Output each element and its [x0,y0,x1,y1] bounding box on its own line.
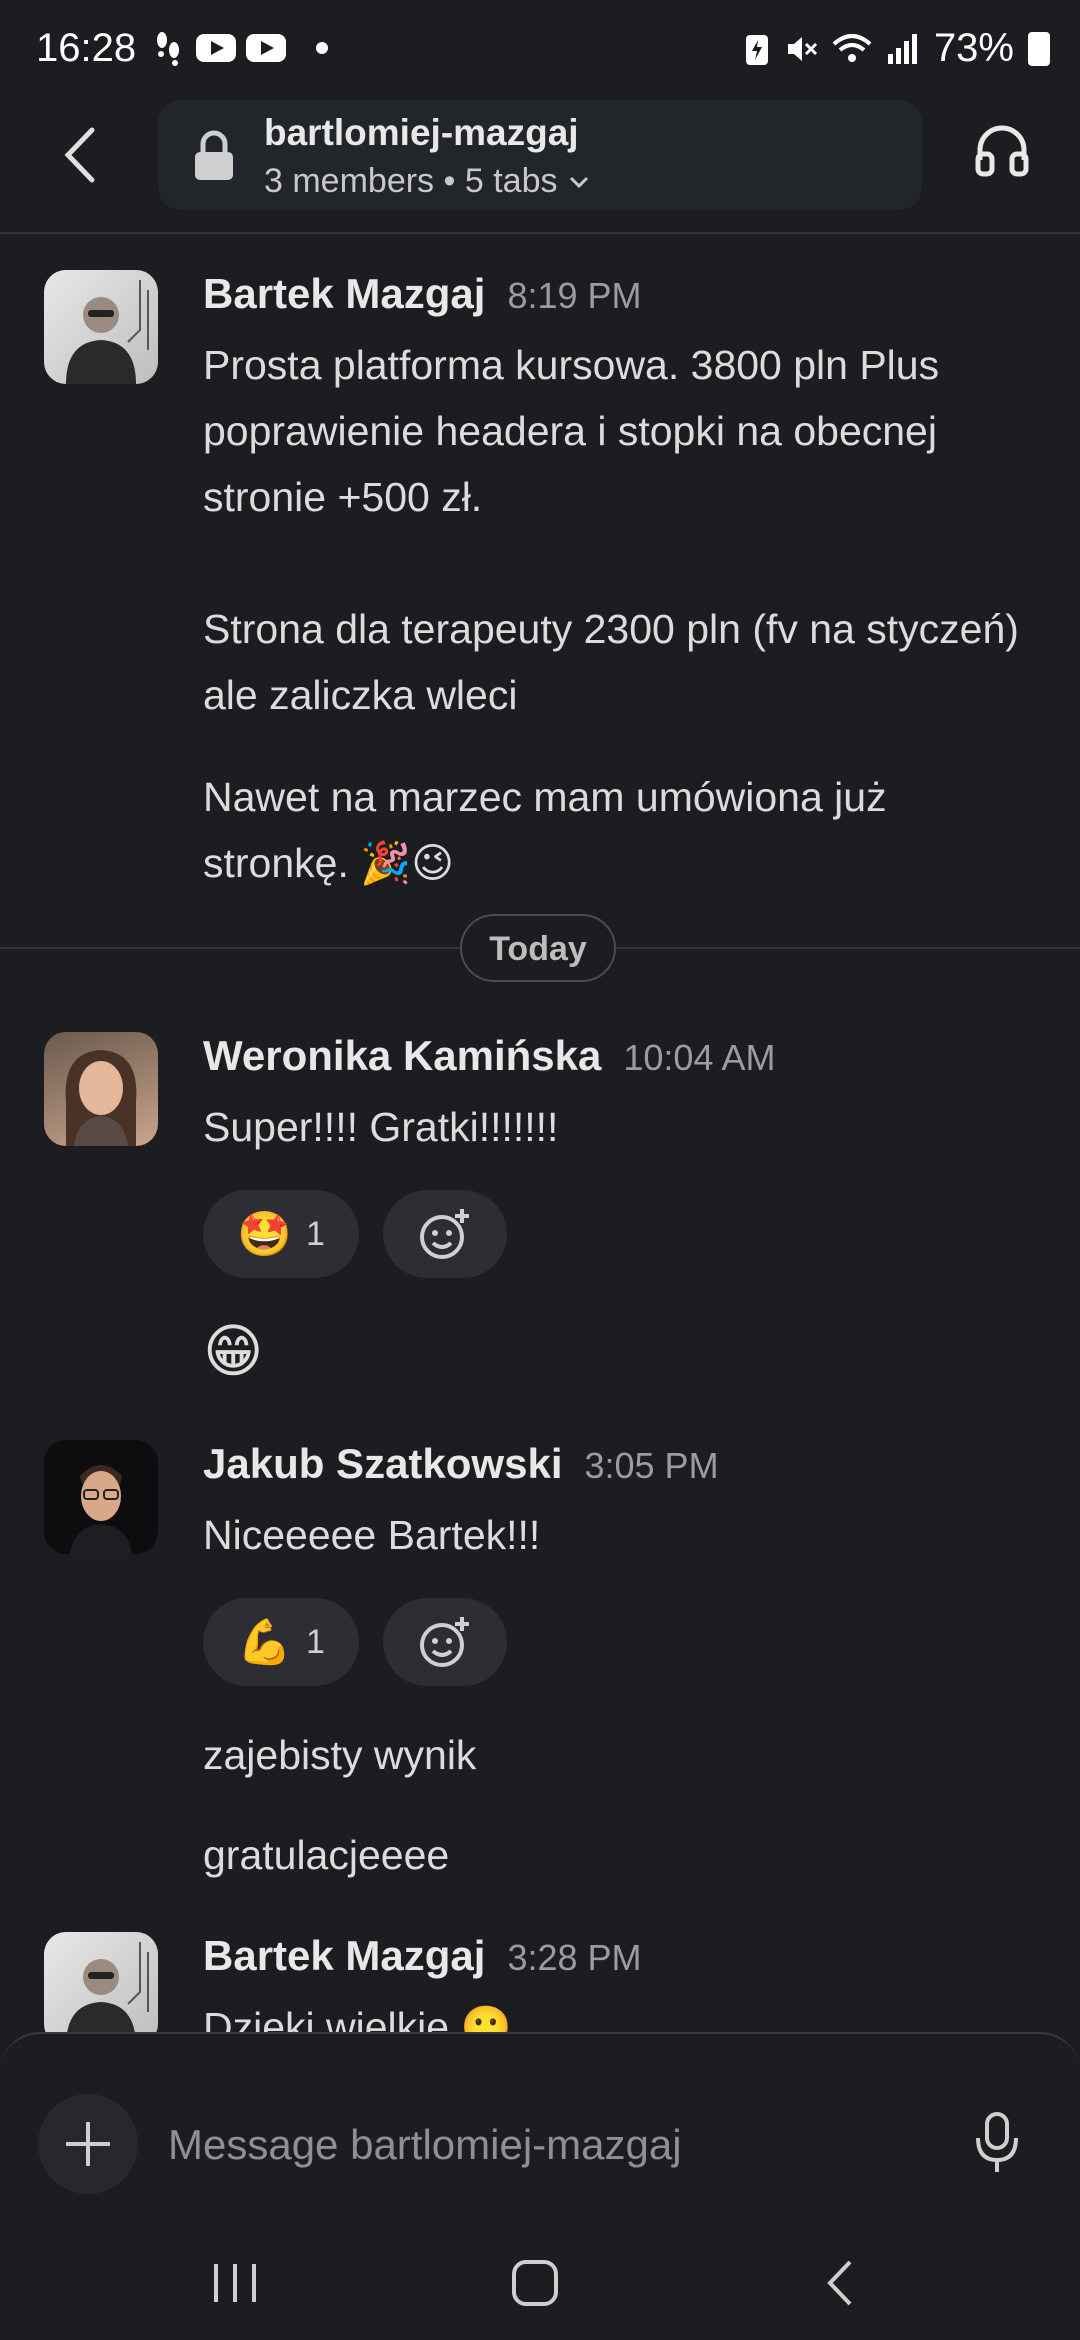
message-text: Niceeeee Bartek!!! [203,1512,541,1558]
message-text: Strona dla terapeuty 2300 pln (fv na sty… [203,606,1019,718]
reaction-chip[interactable]: 💪 1 [203,1598,359,1686]
message-text: Nawet na marzec mam umówiona już stronkę… [203,774,887,886]
battery-saver-icon [745,34,768,65]
channel-header: bartlomiej-mazgaj 3 members • 5 tabs [0,100,1080,234]
battery-icon [1028,31,1050,66]
message-time: 10:04 AM [623,1037,776,1078]
lock-icon [195,130,233,180]
message-text: 😁 [203,1319,264,1384]
add-reaction-icon [420,1617,469,1667]
status-bar: 16:28 73% [0,0,1080,100]
reaction-count: 1 [305,1214,325,1253]
youtube-icon [246,34,286,62]
message-time: 8:19 PM [507,275,642,316]
home-icon[interactable] [510,2258,560,2308]
message-header: Jakub Szatkowski 3:05 PM [203,1440,719,1488]
avatar[interactable] [44,1440,158,1554]
members-count: 3 members [264,162,435,200]
add-reaction-button[interactable] [383,1598,507,1686]
footsteps-icon [157,32,179,66]
avatar[interactable] [44,1932,158,2032]
channel-meta: 3 members • 5 tabs [264,162,591,201]
message-time: 3:28 PM [507,1937,642,1978]
battery-percent: 73% [933,26,1014,70]
message-header: Bartek Mazgaj 8:19 PM [203,270,642,318]
channel-info-button[interactable]: bartlomiej-mazgaj 3 members • 5 tabs [158,100,922,210]
author-name[interactable]: Jakub Szatkowski [203,1440,562,1488]
reaction-emoji: 🤩 [237,1210,292,1259]
add-reaction-button[interactable] [383,1190,507,1278]
wifi-icon [832,33,872,62]
message-text: gratulacjeeee [203,1832,450,1878]
channel-name: bartlomiej-mazgaj [264,112,579,153]
author-name[interactable]: Bartek Mazgaj [203,1932,485,1980]
message-text: Prosta platforma kursowa. 3800 pln Plus … [203,342,940,520]
message-feed[interactable]: Bartek Mazgaj 8:19 PM Prosta platforma k… [0,232,1080,2032]
author-name[interactable]: Bartek Mazgaj [203,270,485,318]
signal-icon [887,33,917,64]
recent-apps-icon[interactable] [210,2260,260,2306]
meta-separator: • [434,162,465,200]
headphones-icon[interactable] [972,120,1032,180]
more-notifications-icon [316,42,328,54]
mute-icon [787,36,817,61]
avatar[interactable] [44,1032,158,1146]
status-notification-icons [150,30,328,66]
message-header: Bartek Mazgaj 3:28 PM [203,1932,642,1980]
back-nav-icon[interactable] [820,2258,860,2308]
tabs-count: 5 tabs [464,162,558,200]
youtube-icon [196,34,236,62]
avatar[interactable] [44,270,158,384]
message-text: Super!!!! Gratki!!!!!!! [203,1104,559,1150]
message-text: Dzieki wielkie 🙂 [203,2004,512,2032]
add-reaction-icon [420,1209,469,1259]
message-time: 3:05 PM [584,1445,719,1486]
status-system-icons: 73% [744,26,1050,71]
day-divider-label: Today [460,914,616,982]
message-text: zajebisty wynik [203,1732,477,1778]
author-name[interactable]: Weronika Kamińska [203,1032,601,1080]
attach-button[interactable] [38,2094,138,2194]
plus-icon [66,2122,110,2166]
message-input[interactable] [166,2106,950,2184]
back-arrow-icon[interactable] [50,120,110,190]
reaction-count: 1 [305,1622,325,1661]
microphone-icon[interactable] [972,2108,1022,2178]
reaction-emoji: 💪 [237,1618,292,1667]
status-time: 16:28 [36,26,137,70]
message-header: Weronika Kamińska 10:04 AM [203,1032,776,1080]
reaction-chip[interactable]: 🤩 1 [203,1190,359,1278]
system-nav-bar [0,2220,1080,2340]
chevron-down-icon [569,176,588,189]
